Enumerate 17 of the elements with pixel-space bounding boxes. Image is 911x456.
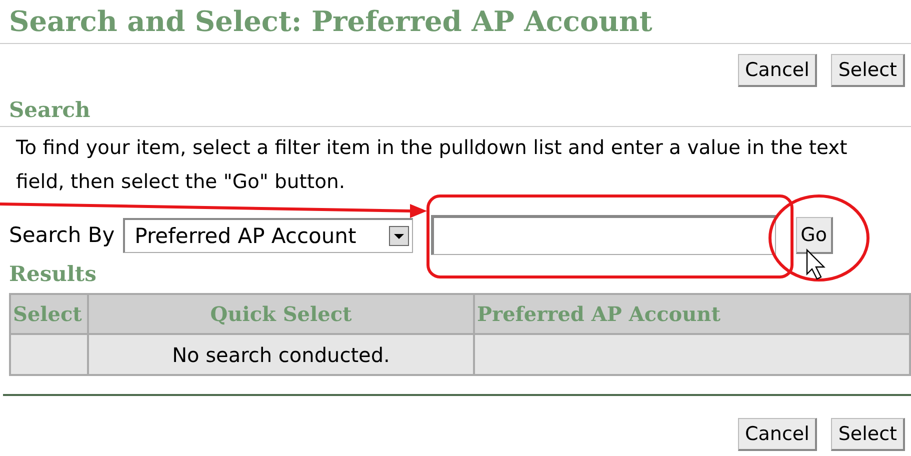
filter-dropdown[interactable]: Preferred AP Account [122, 218, 413, 252]
search-by-label: Search By [9, 223, 115, 247]
search-field[interactable] [430, 215, 776, 255]
column-header: Quick Select [88, 294, 474, 334]
section-heading: Results [8, 260, 96, 288]
page-title: Search and Select: Preferred AP Account [0, 0, 911, 44]
column-header: Select [10, 294, 88, 334]
empty-message: No search conducted. [88, 334, 474, 375]
instructions-text: To find your item, select a filter item in the pulldown list and enter a value in the text field, then select the "Go" button. [15, 135, 848, 195]
cancel-button[interactable]: Cancel [738, 418, 818, 451]
cancel-button[interactable]: Cancel [738, 54, 818, 87]
go-button[interactable]: Go [796, 216, 834, 254]
cursor-icon [806, 248, 826, 280]
select-button[interactable]: Select [831, 418, 905, 451]
column-header: Preferred AP Account [474, 294, 910, 334]
section-heading: Search [0, 89, 911, 127]
select-button[interactable]: Select [831, 54, 905, 87]
